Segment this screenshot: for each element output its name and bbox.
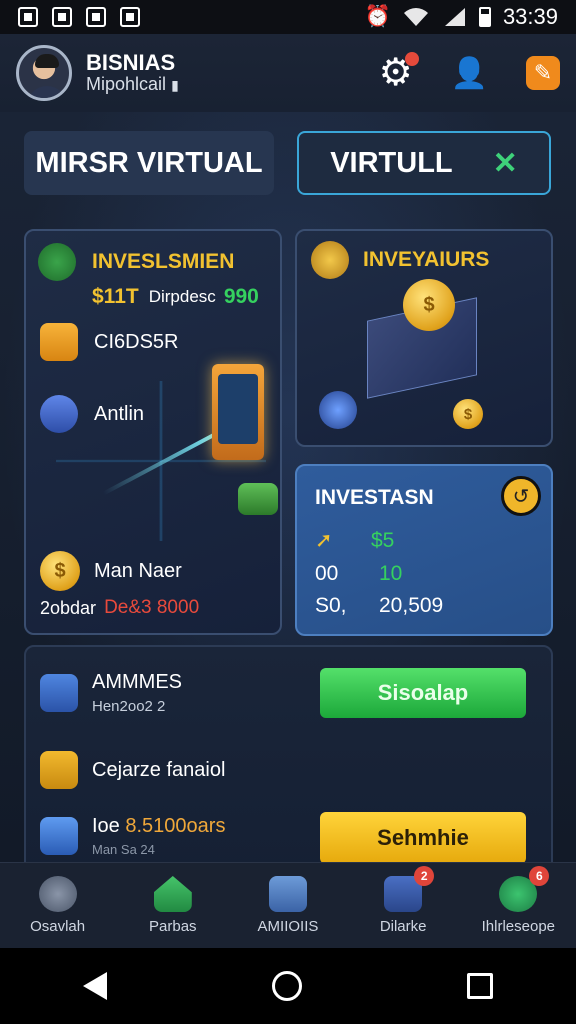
status-clock: 33:39	[502, 4, 558, 29]
invest-item-3: Antlin	[94, 402, 145, 425]
notification-badge: 2	[414, 866, 435, 886]
nav-item-osavlah[interactable]: Osavlah	[8, 876, 108, 935]
activities-row1-sub: Hen2oo2 2	[92, 698, 166, 715]
activities-card: AMMMES Hen2oo2 2 Sisoalap Cejarze fanaio…	[24, 645, 553, 875]
alarm-icon: ⏰	[364, 5, 391, 28]
nav-label: Dilarke	[379, 918, 427, 935]
investasi-card[interactable]: INVESTASN ↺ ➚ $5 00 10 S0, 20,509	[295, 464, 553, 636]
investors-card[interactable]: INVEYAIURS $ $	[295, 229, 553, 447]
activities-row1-title: AMMMES	[92, 671, 182, 693]
notification-badge: 6	[529, 866, 550, 886]
app-icon	[120, 7, 140, 27]
invest-item-4: Man Naer	[94, 559, 182, 582]
invest-footer-label: 2obdar	[40, 597, 97, 618]
notification-dot	[404, 52, 419, 66]
sehmhie-button[interactable]: Sehmhie	[320, 812, 526, 864]
investasi-label-2: 00	[315, 562, 339, 585]
nav-label: Osavlah	[30, 918, 86, 935]
user-icon[interactable]: 👤	[451, 56, 488, 91]
avatar[interactable]	[16, 45, 72, 101]
invest-value-green: 990	[223, 285, 259, 308]
invest-item-2: CI6DS5R	[94, 330, 179, 353]
sisoalap-button[interactable]: Sisoalap	[320, 668, 526, 718]
status-notification-icons	[18, 7, 140, 27]
nav-item-dilarke[interactable]: 2 Dilarke	[353, 866, 453, 935]
activities-row2-title: Cejarze fanaiol	[92, 758, 226, 781]
invest-value-prefix: $11T	[92, 285, 139, 308]
calendar-icon	[52, 7, 72, 27]
chevron-right-icon: ✕	[492, 146, 518, 180]
cash-icon	[238, 483, 278, 515]
investors-title: INVEYAIURS	[363, 248, 490, 271]
refresh-icon[interactable]: ↺	[501, 476, 541, 516]
message-icon	[86, 7, 106, 27]
coin-icon: $	[40, 551, 80, 591]
settings-icon	[38, 876, 77, 912]
main-content: MIRSR VIRTUAL VIRTULL ✕ INVESLSMIEN $11T …	[0, 112, 576, 875]
wallet-icon	[268, 876, 307, 912]
status-pin-icon: ▮	[171, 77, 179, 94]
tablet-illustration	[212, 364, 264, 460]
investasi-value-2: 10	[379, 562, 403, 585]
status-bar: ⏰ 33:39	[0, 0, 576, 34]
bottom-navigation: Osavlah Parbas AMIIOIIS 2 Dilarke 6 Ihlr…	[0, 862, 576, 948]
wifi-icon	[403, 8, 428, 26]
home-circle-icon[interactable]	[271, 971, 302, 1001]
investment-card[interactable]: INVESLSMIEN $11T Dirpdesc 990 CI6DS5R An…	[24, 229, 282, 635]
nav-label: AMIIOIIS	[257, 918, 319, 935]
investasi-title: INVESTASN	[315, 486, 434, 509]
recent-apps-icon[interactable]	[467, 973, 494, 999]
activities-row3-sub: Man Sa 24	[92, 842, 155, 857]
nav-item-parbas[interactable]: Parbas	[123, 876, 223, 935]
activities-row3-line: Ioe 8.5100oars	[92, 815, 226, 837]
nav-label: Ihlrleseope	[481, 918, 556, 935]
dollar-coin-icon: $	[403, 279, 455, 331]
investasi-label-3: S0,	[315, 594, 347, 617]
tab-mirsr-virtual[interactable]: MIRSR VIRTUAL	[24, 131, 274, 195]
signal-icon	[444, 8, 465, 26]
app-header: BISNIAS Mipohlcail ▮ ⚙ 👤 ✎	[0, 34, 576, 112]
checklist-icon	[40, 751, 78, 789]
exchange-icon	[311, 241, 349, 279]
system-navigation-bar	[0, 948, 576, 1024]
gear-icon[interactable]: ⚙	[379, 52, 419, 92]
small-coin-icon: $	[453, 399, 483, 429]
nav-item-ihlrleseope[interactable]: 6 Ihlrleseope	[468, 866, 568, 935]
cube-icon	[40, 817, 78, 855]
invest-title: INVESLSMIEN	[92, 250, 235, 273]
home-icon	[153, 876, 192, 912]
arrow-up-icon: ➚	[315, 529, 333, 552]
user-name: BISNIAS	[86, 50, 176, 75]
investasi-value-3: 20,509	[379, 594, 444, 617]
chip-icon	[319, 391, 357, 429]
nav-label: Parbas	[149, 918, 197, 935]
tab-label: VIRTULL	[330, 146, 453, 179]
invest-footer-value: De&3 8000	[104, 597, 200, 618]
invest-icon	[38, 243, 76, 281]
pie-chart-icon	[40, 395, 78, 433]
tab-label: MIRSR VIRTUAL	[35, 146, 263, 179]
invest-value-label: Dirpdesc	[148, 287, 216, 306]
shop-icon: 6	[499, 866, 550, 912]
back-icon[interactable]	[82, 972, 107, 1000]
wallet-icon	[40, 674, 78, 712]
user-subtitle: Mipohlcail ▮	[86, 74, 179, 95]
gallery-icon	[18, 7, 38, 27]
box-icon	[40, 323, 78, 361]
battery-icon	[478, 7, 491, 27]
tab-virtull[interactable]: VIRTULL ✕	[297, 131, 551, 195]
inbox-icon: 2	[384, 866, 435, 912]
edit-icon[interactable]: ✎	[526, 56, 560, 90]
nav-item-amiiois[interactable]: AMIIOIIS	[238, 876, 338, 935]
investasi-value-1: $5	[371, 528, 395, 552]
